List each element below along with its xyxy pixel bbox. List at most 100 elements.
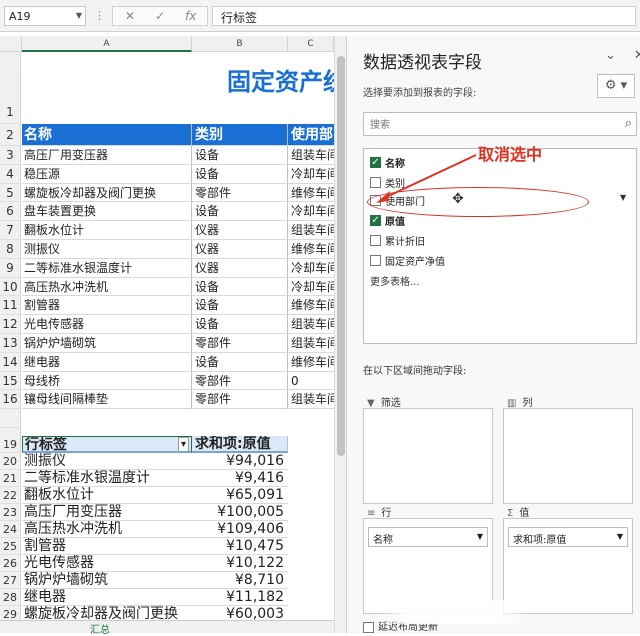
filter-zone[interactable] xyxy=(363,408,493,504)
pivot-row-label[interactable]: 光电传感器 xyxy=(22,555,192,572)
column-header-a[interactable]: A xyxy=(22,36,192,52)
pivot-row-label[interactable]: 割管器 xyxy=(22,538,192,555)
pivot-value[interactable]: ¥9,416 xyxy=(192,470,288,487)
pivot-value[interactable]: ¥100,005 xyxy=(192,504,288,521)
pivot-row-label[interactable]: 继电器 xyxy=(22,589,192,606)
row-header[interactable]: 3 xyxy=(0,146,21,165)
scrollbar-thumb[interactable] xyxy=(337,56,345,456)
row-header[interactable]: 22 xyxy=(0,487,21,504)
columns-zone[interactable] xyxy=(503,408,633,504)
table-cell-dept[interactable]: 0 xyxy=(288,372,334,391)
table-cell-category[interactable]: 设备 xyxy=(192,146,288,165)
row-header[interactable]: 24 xyxy=(0,521,21,538)
table-cell-category[interactable]: 设备 xyxy=(192,352,288,372)
table-cell-category[interactable]: 零部件 xyxy=(192,371,288,391)
table-cell-name[interactable]: 翻板水位计 xyxy=(22,221,192,240)
table-cell-category[interactable]: 零部件 xyxy=(192,334,288,353)
table-cell-dept[interactable]: 组装车间 xyxy=(288,390,334,410)
row-header[interactable]: 1 xyxy=(0,52,21,124)
table-cell-dept[interactable]: 组装车间 xyxy=(288,334,334,353)
cancel-icon[interactable]: ✕ xyxy=(125,9,135,23)
pivot-value[interactable]: ¥65,091 xyxy=(192,487,288,504)
pivot-row-label[interactable]: 翻板水位计 xyxy=(22,487,192,504)
field-item[interactable]: ✓ 原值 xyxy=(370,213,405,231)
search-input[interactable] xyxy=(364,114,604,137)
field-checkbox[interactable] xyxy=(370,235,381,246)
formula-input[interactable]: 行标签 xyxy=(212,6,636,26)
row-header[interactable]: 6 xyxy=(0,202,21,222)
table-cell-name[interactable]: 测振仪 xyxy=(22,240,192,259)
row-header[interactable]: 7 xyxy=(0,221,21,240)
chevron-down-icon[interactable]: ▼ xyxy=(76,11,82,20)
row-header[interactable]: 11 xyxy=(0,296,21,316)
row-header[interactable]: 17 xyxy=(0,409,21,428)
table-cell-category[interactable]: 设备 xyxy=(192,315,288,334)
row-header[interactable]: 27 xyxy=(0,572,21,589)
more-tables-link[interactable]: 更多表格... xyxy=(370,273,420,291)
field-item[interactable]: 累计折旧 xyxy=(370,233,425,251)
row-header[interactable]: 23 xyxy=(0,504,21,521)
table-cell-dept[interactable]: 维修车间 xyxy=(288,296,334,316)
table-cell-category[interactable]: 零部件 xyxy=(192,183,288,203)
row-header[interactable]: 9 xyxy=(0,258,21,278)
table-cell-category[interactable]: 设备 xyxy=(192,164,288,184)
table-cell-name[interactable]: 继电器 xyxy=(22,352,192,372)
table-cell-name[interactable]: 母线桥 xyxy=(22,371,192,391)
enter-icon[interactable]: ✓ xyxy=(155,9,165,23)
row-header[interactable]: 21 xyxy=(0,470,21,487)
row-header[interactable]: 20 xyxy=(0,453,21,470)
table-cell-dept[interactable]: 冷却车间 xyxy=(288,259,334,278)
table-cell-name[interactable]: 割管器 xyxy=(22,296,192,316)
table-cell-dept[interactable]: 冷却车间 xyxy=(288,165,334,184)
pivot-value[interactable]: ¥109,406 xyxy=(192,521,288,538)
row-header[interactable]: 16 xyxy=(0,390,21,410)
pivot-value-header[interactable]: 求和项:原值 xyxy=(192,436,288,453)
table-cell-name[interactable]: 高压热水冲洗机 xyxy=(22,277,192,297)
field-checkbox[interactable] xyxy=(370,255,381,266)
table-cell-dept[interactable]: 组装车间 xyxy=(288,146,334,165)
pivot-row-label[interactable]: 锅炉炉墙砌筑 xyxy=(22,572,192,589)
row-header[interactable]: 2 xyxy=(0,124,21,146)
field-item[interactable]: 固定资产净值 xyxy=(370,253,445,271)
name-box[interactable]: A19 ▼ xyxy=(4,6,86,26)
table-cell-dept[interactable]: 冷却车间 xyxy=(288,278,334,297)
row-header[interactable]: 15 xyxy=(0,371,21,391)
row-header[interactable]: 10 xyxy=(0,277,21,297)
pivot-row-label[interactable]: 测振仪 xyxy=(22,453,192,470)
table-cell-dept[interactable]: 维修车间 xyxy=(288,353,334,372)
table-cell-category[interactable]: 零部件 xyxy=(192,390,288,410)
table-cell-name[interactable]: 二等标准水银温度计 xyxy=(22,258,192,278)
values-zone-item[interactable]: 求和项:原值 ▼ xyxy=(508,527,628,547)
table-cell-name[interactable]: 高压厂用变压器 xyxy=(22,146,192,165)
vertical-scrollbar[interactable] xyxy=(334,36,346,633)
table-header-name[interactable]: 名称 xyxy=(22,124,192,146)
pivot-row-label[interactable]: 高压热水冲洗机 xyxy=(22,521,192,538)
row-header[interactable]: 28 xyxy=(0,589,21,606)
pivot-row-label-header[interactable]: 行标签 ▾ xyxy=(22,436,192,453)
table-cell-dept[interactable]: 维修车间 xyxy=(288,240,334,259)
row-header[interactable]: 12 xyxy=(0,315,21,334)
pivot-value[interactable]: ¥94,016 xyxy=(192,453,288,470)
pivot-row-label[interactable]: 高压厂用变压器 xyxy=(22,504,192,521)
row-header[interactable]: 4 xyxy=(0,164,21,184)
table-header-dept[interactable]: 使用部 xyxy=(288,124,334,146)
chevron-down-icon[interactable]: ⌄ xyxy=(605,48,616,63)
close-icon[interactable]: ✕ xyxy=(634,48,640,63)
table-cell-dept[interactable]: 组装车间 xyxy=(288,221,334,240)
table-cell-name[interactable]: 稳压源 xyxy=(22,164,192,184)
table-header-category[interactable]: 类别 xyxy=(192,124,288,146)
gear-icon[interactable]: ⚙ ▾ xyxy=(597,74,635,98)
row-header[interactable]: 8 xyxy=(0,240,21,259)
table-cell-name[interactable]: 螺旋板冷却器及阀门更换 xyxy=(22,183,192,203)
row-header[interactable]: 13 xyxy=(0,334,21,353)
table-cell-name[interactable]: 光电传感器 xyxy=(22,315,192,334)
table-cell-category[interactable]: 设备 xyxy=(192,202,288,222)
rows-zone-item[interactable]: 名称 ▼ xyxy=(368,527,488,547)
field-checkbox[interactable]: ✓ xyxy=(370,215,381,226)
pivot-row-label[interactable]: 二等标准水银温度计 xyxy=(22,470,192,487)
table-cell-category[interactable]: 设备 xyxy=(192,296,288,316)
pivot-value[interactable]: ¥10,475 xyxy=(192,538,288,555)
field-dropdown-icon[interactable]: ▼ xyxy=(620,193,626,202)
table-cell-dept[interactable]: 组装车间 xyxy=(288,315,334,334)
row-header[interactable]: 19 xyxy=(0,436,21,453)
